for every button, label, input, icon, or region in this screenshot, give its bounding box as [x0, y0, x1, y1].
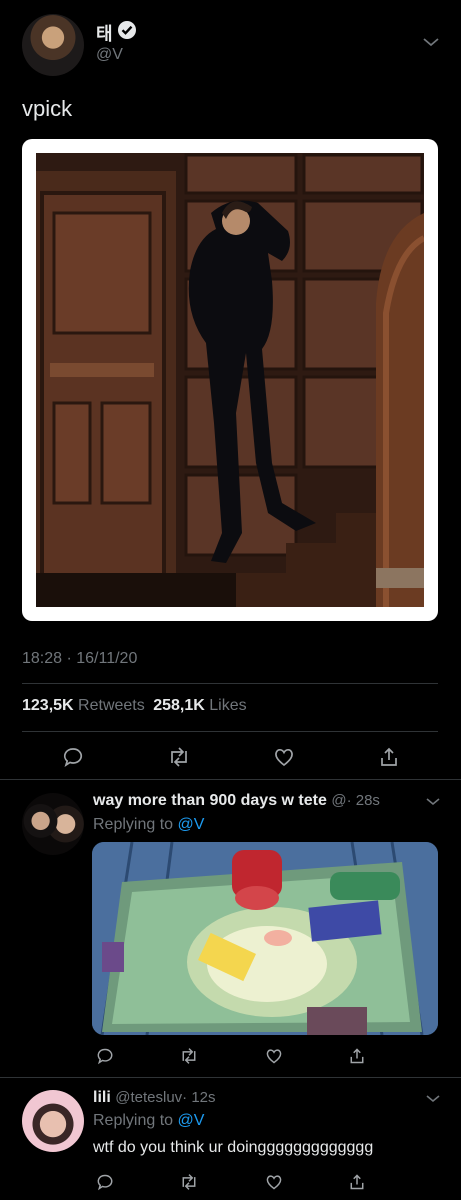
- tweet-photo[interactable]: [22, 139, 438, 621]
- author-name[interactable]: 태: [96, 20, 113, 46]
- replying-to-handle[interactable]: @V: [178, 1112, 205, 1129]
- replying-to-handle[interactable]: @V: [178, 816, 205, 833]
- replying-to-label: Replying to: [93, 816, 174, 833]
- reply-icon[interactable]: [96, 1173, 114, 1191]
- likes-count[interactable]: 258,1K: [153, 697, 205, 714]
- share-icon[interactable]: [348, 1047, 366, 1065]
- retweet-icon[interactable]: [167, 746, 191, 768]
- reply-text: wtf do you think ur doinggggggggggggg: [93, 1139, 374, 1156]
- replying-to-label: Replying to: [93, 1112, 174, 1129]
- author-handle[interactable]: @V: [96, 46, 123, 64]
- like-icon[interactable]: [273, 746, 295, 768]
- tweet-stats: 123,5K Retweets 258,1K Likes: [22, 697, 247, 715]
- reply-time[interactable]: · 28s: [347, 792, 380, 809]
- author-avatar[interactable]: [22, 14, 84, 76]
- reply-time[interactable]: · 12s: [182, 1089, 215, 1106]
- tweet-timestamp[interactable]: 18:28 · 16/11/20: [22, 650, 137, 668]
- photo-scene: [36, 153, 424, 607]
- reply-replying-to: Replying to @V: [93, 816, 204, 834]
- reply-action-bar: [96, 1172, 366, 1192]
- reply-avatar[interactable]: [22, 1090, 84, 1152]
- reply-action-bar: [96, 1046, 366, 1066]
- retweet-icon[interactable]: [179, 1173, 199, 1191]
- main-action-bar: [62, 744, 400, 770]
- reply-author-name[interactable]: way more than 900 days w tete: [93, 792, 327, 809]
- reply-icon[interactable]: [96, 1047, 114, 1065]
- tweet-text: vpick: [22, 96, 73, 121]
- likes-label[interactable]: Likes: [209, 697, 246, 714]
- share-icon[interactable]: [348, 1173, 366, 1191]
- chevron-down-icon[interactable]: [425, 797, 441, 807]
- divider: [0, 1077, 461, 1078]
- retweet-icon[interactable]: [179, 1047, 199, 1065]
- share-icon[interactable]: [378, 746, 400, 768]
- like-icon[interactable]: [265, 1047, 283, 1065]
- divider: [22, 731, 438, 732]
- reply-header: lili @tetesluv· 12s: [93, 1089, 216, 1107]
- like-icon[interactable]: [265, 1173, 283, 1191]
- reply-header: way more than 900 days w tete @· 28s: [93, 792, 380, 810]
- retweets-label[interactable]: Retweets: [78, 697, 145, 714]
- reply-avatar[interactable]: [22, 793, 84, 855]
- reply-icon[interactable]: [62, 746, 84, 768]
- reply-media-image[interactable]: [92, 842, 438, 1035]
- reply-author-handle[interactable]: @: [331, 792, 346, 809]
- reply-replying-to: Replying to @V: [93, 1112, 204, 1130]
- reply-author-name[interactable]: lili: [93, 1089, 111, 1106]
- verified-badge-icon: [117, 20, 137, 40]
- retweets-count[interactable]: 123,5K: [22, 697, 74, 714]
- reply-author-handle[interactable]: @tetesluv: [115, 1089, 182, 1106]
- divider: [0, 779, 461, 780]
- divider: [22, 683, 438, 684]
- chevron-down-icon[interactable]: [422, 36, 440, 48]
- chevron-down-icon[interactable]: [425, 1094, 441, 1104]
